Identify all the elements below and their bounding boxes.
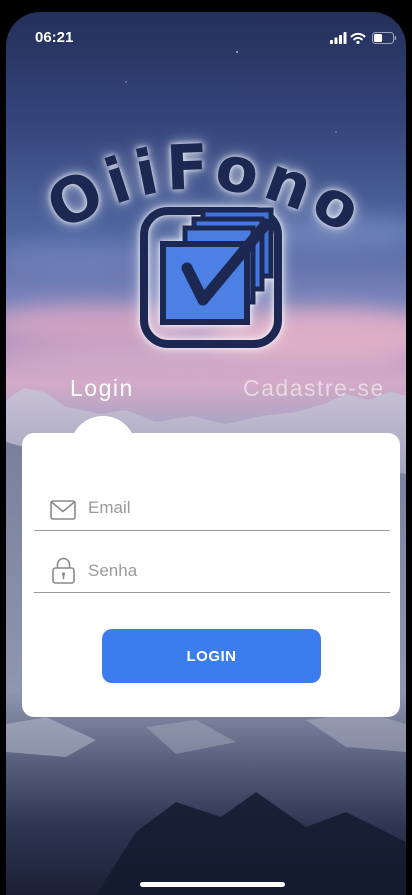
home-indicator (140, 882, 285, 887)
email-input[interactable] (88, 494, 378, 522)
signal-bar (330, 40, 333, 44)
login-button[interactable]: LOGIN (102, 629, 321, 683)
envelope-icon (50, 500, 76, 520)
password-field-row (34, 552, 390, 593)
battery-icon (372, 32, 397, 44)
status-time: 06:21 (35, 29, 74, 46)
email-field-row (34, 490, 390, 531)
wifi-icon (350, 32, 366, 44)
signal-bar (343, 32, 347, 44)
app-logo: OiiFono (35, 130, 372, 348)
logo-emblem-icon (140, 207, 282, 348)
battery-level-fill (374, 34, 383, 42)
login-card: LOGIN (22, 433, 400, 717)
signal-bar (339, 35, 342, 44)
tab-signup[interactable]: Cadastre-se (243, 374, 385, 402)
signal-bar (334, 37, 338, 44)
tab-login[interactable]: Login (70, 374, 134, 402)
signal-icon (330, 32, 347, 44)
password-input[interactable] (88, 557, 378, 585)
lock-icon (52, 557, 75, 584)
